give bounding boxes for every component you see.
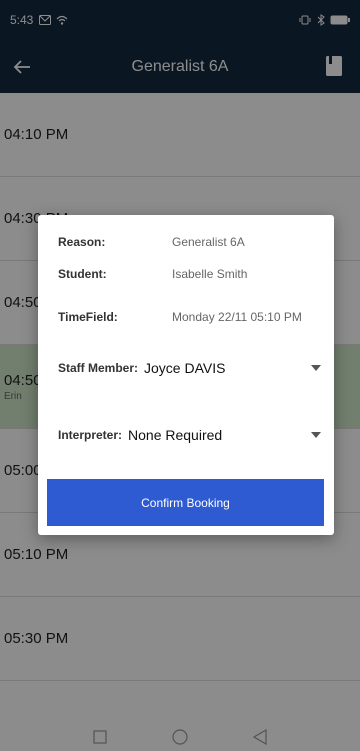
chevron-down-icon: [304, 365, 328, 371]
reason-value: Generalist 6A: [172, 235, 245, 249]
reason-label: Reason:: [58, 235, 106, 249]
student-row: Student: Isabelle Smith: [58, 267, 324, 281]
staff-member-label: Staff Member:: [58, 361, 139, 375]
reason-row: Reason: Generalist 6A: [58, 235, 324, 249]
timefield-label: TimeField:: [58, 310, 118, 324]
interpreter-label: Interpreter:: [58, 428, 123, 442]
staff-member-value: Joyce DAVIS: [144, 360, 226, 376]
timefield-row: TimeField: Monday 22/11 05:10 PM: [58, 310, 324, 324]
timefield-value: Monday 22/11 05:10 PM: [172, 310, 302, 324]
student-label: Student:: [58, 267, 107, 281]
interpreter-select[interactable]: Interpreter: None Required: [58, 420, 328, 450]
interpreter-value: None Required: [128, 427, 223, 443]
staff-member-select[interactable]: Staff Member: Joyce DAVIS: [58, 353, 328, 383]
chevron-down-icon: [304, 432, 328, 438]
student-value: Isabelle Smith: [172, 267, 248, 281]
booking-dialog: Reason: Generalist 6A Student: Isabelle …: [38, 215, 334, 535]
confirm-booking-button[interactable]: Confirm Booking: [47, 479, 324, 526]
